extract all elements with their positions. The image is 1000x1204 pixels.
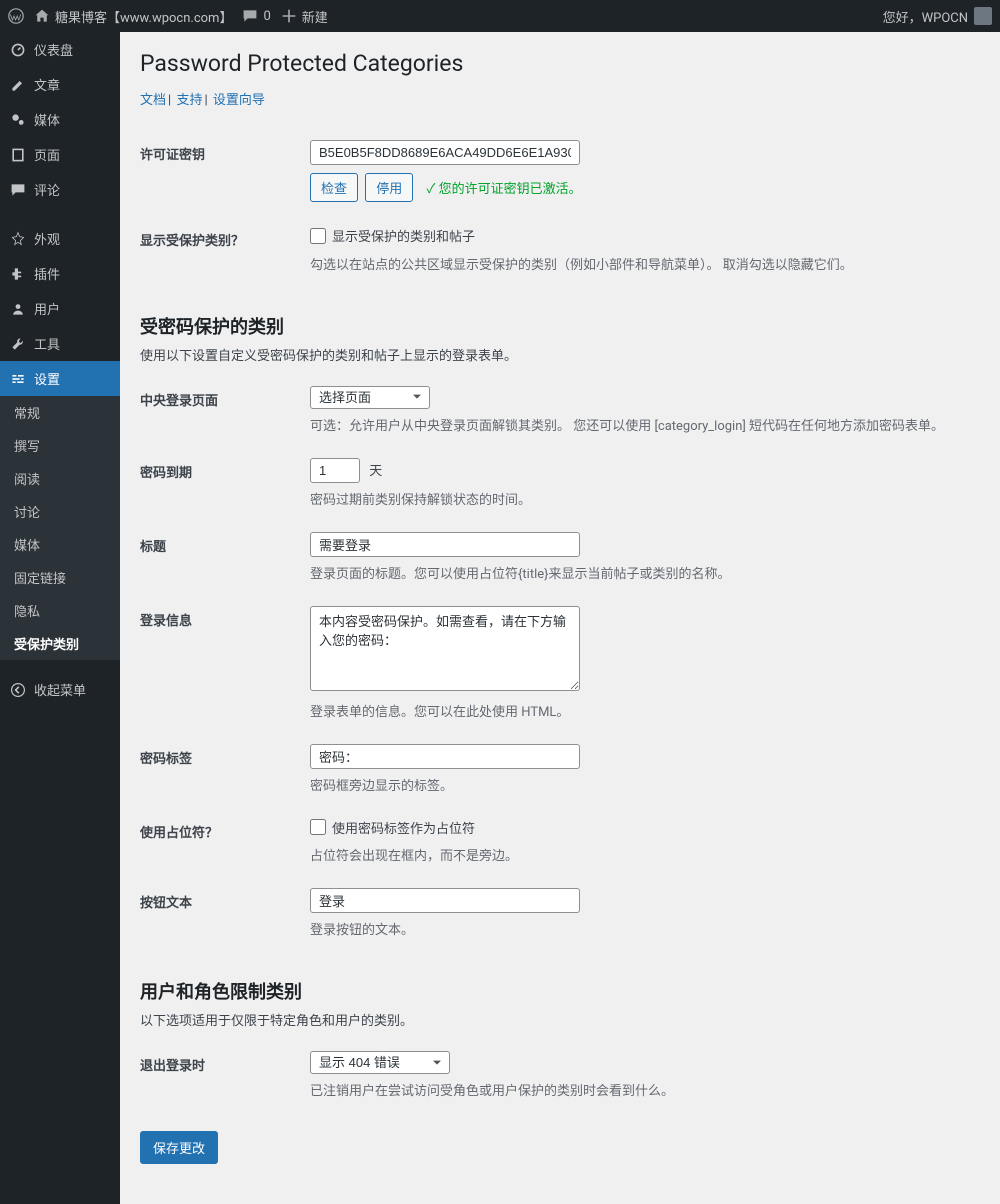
sidebar-item-plugins[interactable]: 插件 <box>0 256 120 291</box>
sidebar-item-label: 外观 <box>34 229 60 248</box>
placeholder-checkbox[interactable] <box>310 819 326 835</box>
submenu-privacy[interactable]: 隐私 <box>0 594 120 627</box>
title-desc: 登录页面的标题。您可以使用占位符{title}来显示当前帖子或类别的名称。 <box>310 563 970 582</box>
disable-button[interactable]: 停用 <box>365 173 413 202</box>
license-key-input[interactable] <box>310 140 580 165</box>
wizard-link[interactable]: 设置向导 <box>213 93 265 108</box>
comments-link[interactable]: 0 <box>242 8 270 24</box>
sidebar-item-label: 工具 <box>34 334 60 353</box>
main-content: Password Protected Categories 文档| 支持| 设置… <box>120 32 1000 1204</box>
login-page-select[interactable]: 选择页面 <box>310 386 430 409</box>
title-field-label: 标题 <box>140 520 310 594</box>
sidebar-item-dashboard[interactable]: 仪表盘 <box>0 32 120 67</box>
admin-sidebar: 仪表盘 文章 媒体 页面 评论 外观 插件 用户 工具 设置 常规 撰写 阅读 … <box>0 32 120 1204</box>
placeholder-checkbox-label[interactable]: 使用密码标签作为占位符 <box>310 818 475 837</box>
button-text-desc: 登录按钮的文本。 <box>310 919 970 938</box>
sidebar-item-label: 页面 <box>34 145 60 164</box>
placeholder-desc: 占位符会出现在框内，而不是旁边。 <box>310 845 970 864</box>
sidebar-item-label: 设置 <box>34 369 60 388</box>
login-msg-desc: 登录表单的信息。您可以在此处使用 HTML。 <box>310 701 970 720</box>
login-page-desc: 可选：允许用户从中央登录页面解锁其类别。 您还可以使用 [category_lo… <box>310 415 970 434</box>
login-page-label: 中央登录页面 <box>140 374 310 446</box>
expiry-label: 密码到期 <box>140 446 310 520</box>
sidebar-item-label: 仪表盘 <box>34 40 73 59</box>
title-input[interactable] <box>310 532 580 557</box>
sidebar-item-comments[interactable]: 评论 <box>0 172 120 207</box>
docs-link[interactable]: 文档 <box>140 93 166 108</box>
wp-logo-icon[interactable] <box>8 8 24 24</box>
check-button[interactable]: 检查 <box>310 173 358 202</box>
sidebar-item-appearance[interactable]: 外观 <box>0 221 120 256</box>
button-text-label: 按钮文本 <box>140 876 310 950</box>
admin-bar: 糖果博客【www.wpocn.com】 0 新建 您好，WPOCN <box>0 0 1000 32</box>
sidebar-item-label: 文章 <box>34 75 60 94</box>
pw-label-desc: 密码框旁边显示的标签。 <box>310 775 970 794</box>
save-button[interactable]: 保存更改 <box>140 1131 218 1164</box>
sidebar-item-label: 用户 <box>34 299 60 318</box>
button-text-input[interactable] <box>310 888 580 913</box>
sidebar-item-label: 媒体 <box>34 110 60 129</box>
visibility-label: 显示受保护类别？ <box>140 214 310 285</box>
logout-select[interactable]: 显示 404 错误 <box>310 1051 450 1074</box>
visibility-checkbox-label[interactable]: 显示受保护的类别和帖子 <box>310 226 475 245</box>
pw-label-input[interactable] <box>310 744 580 769</box>
sidebar-item-pages[interactable]: 页面 <box>0 137 120 172</box>
submenu-discussion[interactable]: 讨论 <box>0 495 120 528</box>
expiry-desc: 密码过期前类别保持解锁状态的时间。 <box>310 489 970 508</box>
pw-label-label: 密码标签 <box>140 732 310 806</box>
collapse-menu[interactable]: 收起菜单 <box>0 672 120 707</box>
visibility-desc: 勾选以在站点的公共区域显示受保护的类别（例如小部件和导航菜单）。 取消勾选以隐藏… <box>310 254 970 273</box>
logout-desc: 已注销用户在尝试访问受角色或用户保护的类别时会看到什么。 <box>310 1080 970 1099</box>
sidebar-item-label: 评论 <box>34 180 60 199</box>
section-role-title: 用户和角色限制类别 <box>140 978 980 1004</box>
settings-submenu: 常规 撰写 阅读 讨论 媒体 固定链接 隐私 受保护类别 <box>0 396 120 660</box>
license-status: ✓ 您的许可证密钥已激活。 <box>427 182 582 197</box>
placeholder-label: 使用占位符？ <box>140 806 310 877</box>
sidebar-item-users[interactable]: 用户 <box>0 291 120 326</box>
sidebar-item-settings[interactable]: 设置 <box>0 361 120 396</box>
avatar[interactable] <box>974 7 992 25</box>
login-msg-textarea[interactable]: 本内容受密码保护。如需查看，请在下方输入您的密码： <box>310 606 580 691</box>
sidebar-item-media[interactable]: 媒体 <box>0 102 120 137</box>
page-title: Password Protected Categories <box>140 50 980 77</box>
sidebar-item-label: 插件 <box>34 264 60 283</box>
license-label: 许可证密钥 <box>140 128 310 214</box>
help-links: 文档| 支持| 设置向导 <box>140 89 980 108</box>
sidebar-item-posts[interactable]: 文章 <box>0 67 120 102</box>
login-msg-label: 登录信息 <box>140 594 310 732</box>
new-link[interactable]: 新建 <box>281 7 328 26</box>
submenu-media[interactable]: 媒体 <box>0 528 120 561</box>
section-password-title: 受密码保护的类别 <box>140 313 980 339</box>
section-password-desc: 使用以下设置自定义受密码保护的类别和帖子上显示的登录表单。 <box>140 345 980 364</box>
submenu-permalinks[interactable]: 固定链接 <box>0 561 120 594</box>
visibility-checkbox[interactable] <box>310 228 326 244</box>
logout-label: 退出登录时 <box>140 1039 310 1111</box>
support-link[interactable]: 支持 <box>176 93 202 108</box>
expiry-input[interactable] <box>310 458 360 483</box>
collapse-label: 收起菜单 <box>34 680 86 699</box>
site-title[interactable]: 糖果博客【www.wpocn.com】 <box>34 7 232 26</box>
submenu-general[interactable]: 常规 <box>0 396 120 429</box>
sidebar-item-tools[interactable]: 工具 <box>0 326 120 361</box>
expiry-unit: 天 <box>369 464 382 479</box>
greeting-text[interactable]: 您好，WPOCN <box>883 7 968 26</box>
submenu-protected-categories[interactable]: 受保护类别 <box>0 627 120 660</box>
submenu-writing[interactable]: 撰写 <box>0 429 120 462</box>
submenu-reading[interactable]: 阅读 <box>0 462 120 495</box>
